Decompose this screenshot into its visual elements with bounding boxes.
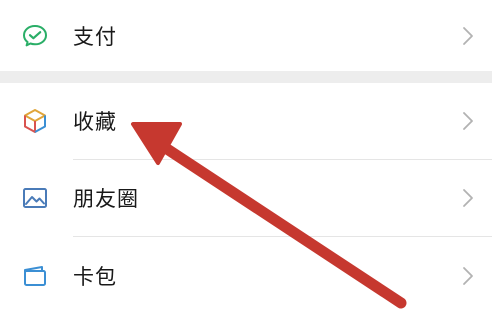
- menu-item-favorites[interactable]: 收藏: [0, 83, 492, 159]
- chevron-right-icon: [462, 266, 474, 286]
- menu-item-label: 朋友圈: [73, 187, 139, 211]
- cube-icon: [21, 107, 49, 135]
- picture-icon: [21, 184, 49, 212]
- wechat-pay-icon: [21, 22, 49, 50]
- chevron-right-icon: [462, 188, 474, 208]
- menu-item-moments[interactable]: 朋友圈: [0, 160, 492, 236]
- settings-group-pay: 支付: [0, 0, 492, 71]
- chevron-right-icon: [462, 26, 474, 46]
- wallet-icon: [21, 262, 49, 290]
- menu-item-label: 支付: [73, 24, 117, 49]
- chevron-right-icon: [462, 111, 474, 131]
- settings-group-main: 收藏 朋友圈 卡包: [0, 83, 492, 314]
- menu-item-label: 收藏: [73, 110, 117, 134]
- menu-item-card-wallet[interactable]: 卡包: [0, 237, 492, 314]
- menu-item-label: 卡包: [73, 264, 117, 289]
- menu-item-pay[interactable]: 支付: [0, 0, 492, 71]
